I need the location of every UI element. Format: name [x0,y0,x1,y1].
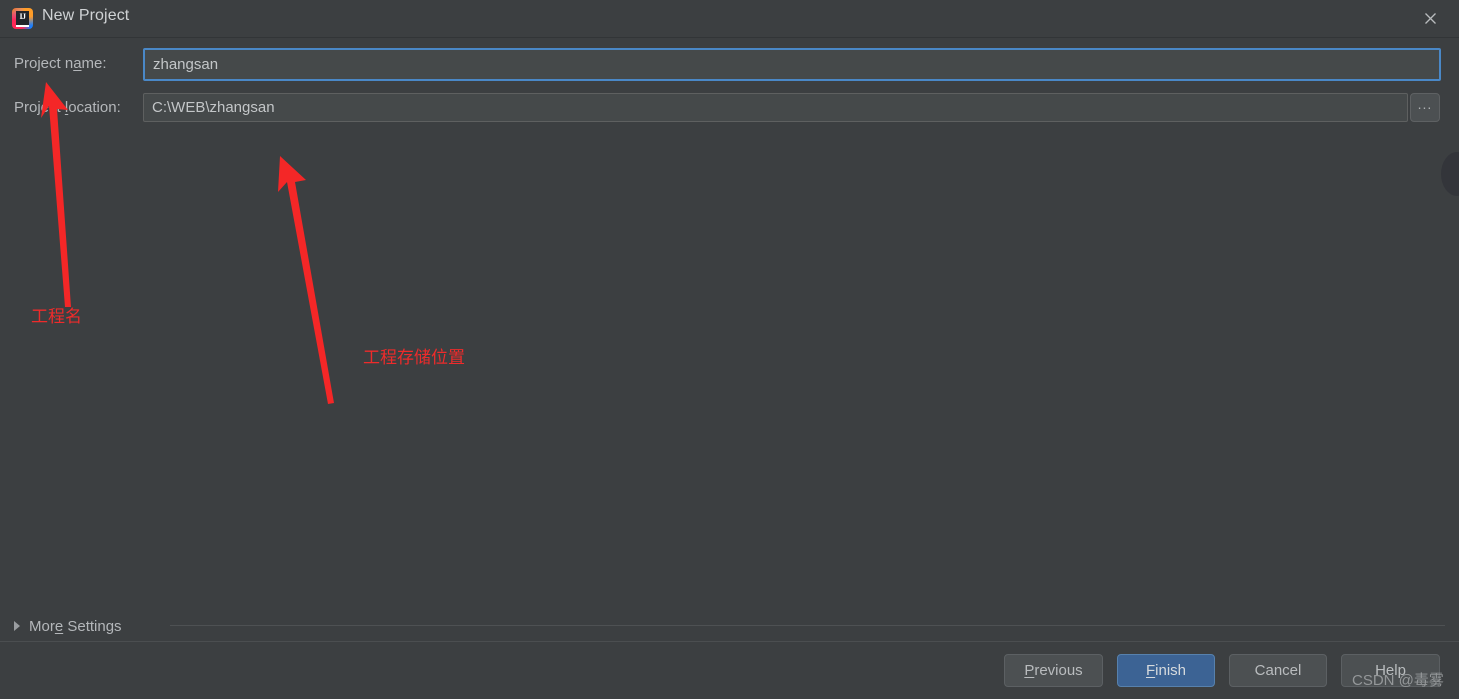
bottom-separator [0,641,1459,642]
app-icon-underbar [16,25,29,27]
project-name-label: Project name: [14,55,107,72]
annotation-project-location: 工程存储位置 [363,348,465,367]
more-settings-separator [170,625,1445,626]
ellipsis-icon: ... [1417,95,1433,112]
project-name-value: zhangsan [153,56,219,73]
intellij-idea-logo-icon: IJ [12,8,33,29]
more-settings-label: More Settings [29,617,122,635]
close-button[interactable] [1401,0,1459,37]
cancel-button[interactable]: Cancel [1229,654,1327,687]
close-icon [1424,13,1436,24]
finish-button[interactable]: Finish [1117,654,1215,687]
annotation-arrow-project-location [278,156,334,404]
window-title: New Project [42,7,130,24]
title-bar: IJ New Project [0,0,1459,38]
project-location-label: Project location: [14,99,121,116]
previous-button[interactable]: Previous [1004,654,1103,687]
project-location-input[interactable]: C:\WEB\zhangsan [143,93,1408,122]
new-project-dialog: IJ New Project Project name: zhangsan Pr… [0,0,1459,699]
app-icon-label: IJ [19,12,26,21]
app-icon-inner-box: IJ [16,11,29,25]
chevron-right-icon [14,621,20,631]
project-location-value: C:\WEB\zhangsan [152,99,275,116]
csdn-watermark: CSDN @毒雾 [1352,672,1444,689]
annotation-project-name: 工程名 [31,307,82,326]
more-settings-toggle[interactable]: More Settings [14,613,122,639]
edge-artifact [1441,152,1459,196]
project-name-input[interactable]: zhangsan [143,48,1441,81]
browse-location-button[interactable]: ... [1410,93,1440,122]
